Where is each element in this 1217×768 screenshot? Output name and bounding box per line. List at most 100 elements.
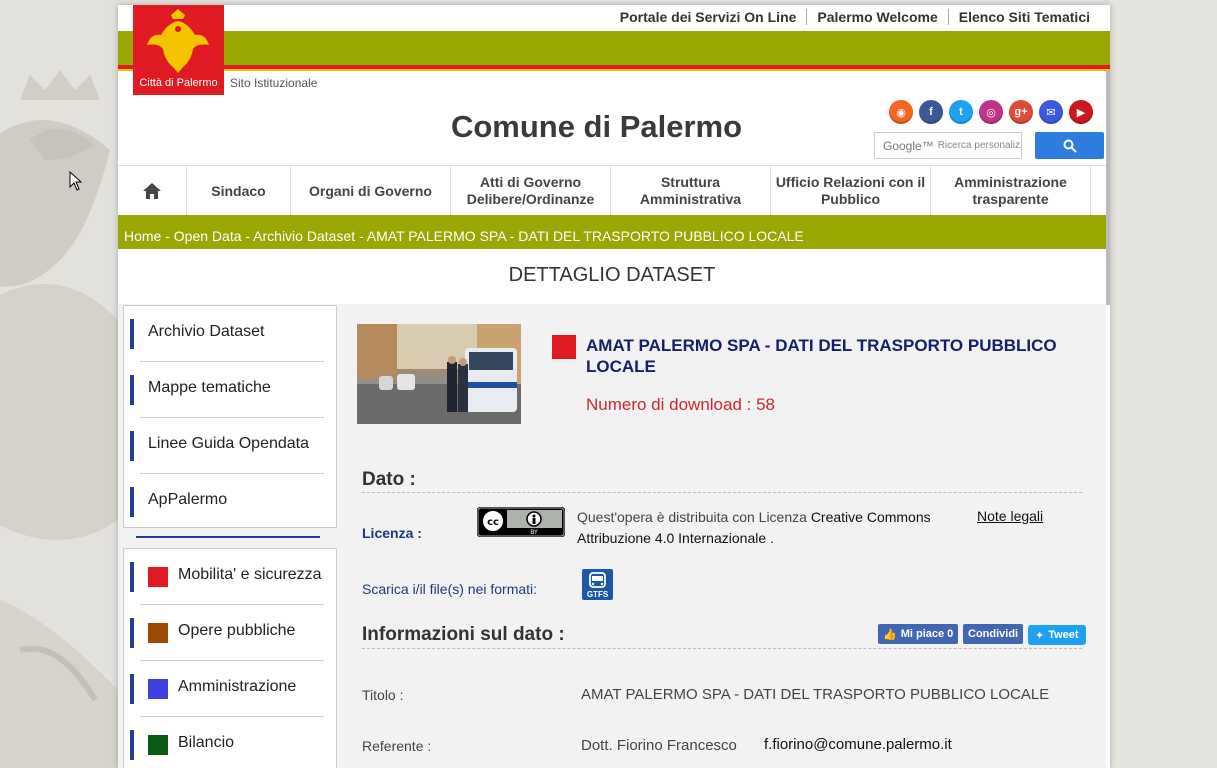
top-bar: Portale dei Servizi On Line Palermo Welc… [118, 5, 1110, 31]
sidebar-item-label: Mappe tematiche [148, 379, 271, 396]
divider [362, 648, 1082, 649]
nav-home[interactable] [118, 166, 187, 216]
tweet-button[interactable]: ✦ Tweet [1028, 625, 1086, 645]
nav-organi-di-governo[interactable]: Organi di Governo [291, 166, 451, 216]
google-plus-icon[interactable]: g+ [1009, 100, 1033, 124]
sidebar-links: Archivio Dataset Mappe tematiche Linee G… [123, 305, 337, 528]
main-content: Archivio Dataset Mappe tematiche Linee G… [118, 304, 1106, 768]
category-bilancio[interactable]: Bilancio [124, 717, 336, 768]
top-link-portale[interactable]: Portale dei Servizi On Line [610, 9, 807, 25]
sidebar-marker [130, 431, 134, 461]
nav-amministrazione-trasparente[interactable]: Amministrazione trasparente [931, 166, 1091, 216]
header-yellow-stripe [118, 69, 1110, 71]
top-links: Portale dei Servizi On Line Palermo Welc… [610, 9, 1100, 25]
category-label: Bilancio [178, 734, 235, 751]
sidebar-item-mappe-tematiche[interactable]: Mappe tematiche [124, 362, 336, 418]
cc-by-badge[interactable]: cc BY [477, 507, 565, 537]
background-right [1110, 0, 1217, 768]
search-button[interactable] [1035, 132, 1104, 159]
breadcrumb[interactable]: Home - Open Data - Archivio Dataset - AM… [118, 215, 1106, 249]
twitter-icon[interactable]: t [949, 100, 973, 124]
gtfs-download-button[interactable]: GTFS [582, 569, 613, 600]
sidebar-item-label: Archivio Dataset [148, 323, 265, 340]
category-color-swatch [148, 679, 168, 699]
sidebar-item-label: ApPalermo [148, 491, 228, 508]
category-mobilita[interactable]: Mobilita' e sicurezza [124, 549, 336, 605]
email-icon[interactable]: ✉ [1039, 100, 1063, 124]
svg-text:BY: BY [530, 529, 538, 536]
license-suffix: . [766, 530, 774, 546]
license-label: Licenza : [362, 525, 422, 541]
logo-text: Città di Palermo [139, 77, 218, 89]
sidebar-categories: Mobilita' e sicurezza Opere pubbliche Am… [123, 548, 337, 768]
section-heading-dato: Dato : [362, 469, 416, 490]
background-eagle-decoration [0, 0, 118, 768]
eagle-icon [147, 9, 209, 73]
dataset-category-swatch [552, 335, 576, 359]
sidebar-divider [136, 536, 320, 538]
nav-urp[interactable]: Ufficio Relazioni con il Pubblico [771, 166, 931, 216]
mouse-cursor-icon [69, 171, 83, 191]
sidebar-marker [130, 618, 134, 648]
format-label: GTFS [586, 590, 609, 599]
youtube-icon[interactable]: ▶ [1069, 100, 1093, 124]
twitter-bird-icon: ✦ [1035, 629, 1045, 642]
download-formats-label: Scarica i/il file(s) nei formati: [362, 581, 538, 597]
dataset-image [357, 324, 521, 424]
sidebar-marker [130, 562, 134, 592]
instagram-icon[interactable]: ◎ [979, 100, 1003, 124]
top-link-elenco-siti[interactable]: Elenco Siti Tematici [947, 9, 1100, 25]
page-container: Portale dei Servizi On Line Palermo Welc… [118, 5, 1110, 768]
main-nav: Sindaco Organi di Governo Atti di Govern… [118, 165, 1106, 216]
svg-text:cc: cc [487, 517, 499, 528]
nav-sindaco[interactable]: Sindaco [187, 166, 291, 216]
note-legali-link[interactable]: Note legali [977, 508, 1043, 524]
facebook-like-button[interactable]: 👍 Mi piace 0 [878, 624, 959, 644]
bus-icon [589, 572, 606, 588]
top-link-palermo-welcome[interactable]: Palermo Welcome [806, 9, 947, 25]
category-label: Opere pubbliche [178, 622, 296, 639]
sidebar-item-archivio-dataset[interactable]: Archivio Dataset [124, 306, 336, 362]
category-color-swatch [148, 623, 168, 643]
dataset-title: AMAT PALERMO SPA - DATI DEL TRASPORTO PU… [586, 336, 1057, 376]
sidebar-item-label: Linee Guida Opendata [148, 435, 310, 452]
category-label: Amministrazione [178, 678, 297, 695]
license-text: Quest'opera è distribuita con Licenza Cr… [577, 507, 957, 549]
social-icons: ◉ f t ◎ g+ ✉ ▶ [889, 100, 1093, 124]
sidebar-marker [130, 487, 134, 517]
search-input[interactable]: Google™ Ricerca personalizzata [874, 132, 1022, 159]
rss-icon[interactable]: ◉ [889, 100, 913, 124]
sidebar-item-appalermo[interactable]: ApPalermo [124, 474, 336, 530]
page-title: DETTAGLIO DATASET [508, 264, 716, 286]
category-label: Mobilita' e sicurezza [178, 566, 322, 583]
sidebar-marker [130, 375, 134, 405]
cc-by-icon: cc BY [477, 507, 565, 537]
facebook-icon[interactable]: f [919, 100, 943, 124]
tweet-label: Tweet [1048, 629, 1079, 641]
facebook-share-button[interactable]: Condividi [963, 624, 1024, 644]
nav-atti-di-governo[interactable]: Atti di Governo Delibere/Ordinanze [451, 166, 611, 216]
referente-label: Referente : [362, 738, 432, 754]
category-color-swatch [148, 735, 168, 755]
search-placeholder: Ricerca personalizzata [937, 140, 1021, 151]
license-prefix: Quest'opera è distribuita con Licenza [577, 509, 811, 525]
section-heading-info: Informazioni sul dato : [362, 624, 565, 645]
referente-value: Dott. Fiorino Francesco [581, 737, 737, 754]
sidebar-marker [130, 674, 134, 704]
category-color-swatch [148, 567, 168, 587]
titolo-label: Titolo : [362, 687, 404, 703]
divider [362, 492, 1082, 493]
category-opere-pubbliche[interactable]: Opere pubbliche [124, 605, 336, 661]
city-logo[interactable]: Città di Palermo [133, 5, 224, 95]
sidebar-marker [130, 730, 134, 760]
sidebar-marker [130, 319, 134, 349]
search-brand: Google™ [883, 138, 934, 153]
home-icon [143, 183, 161, 199]
thumbs-up-icon: 👍 [883, 628, 897, 641]
like-label: Mi piace 0 [900, 628, 954, 640]
nav-struttura-amministrativa[interactable]: Struttura Amministrativa [611, 166, 771, 216]
header-band [118, 31, 1110, 65]
sidebar-item-linee-guida[interactable]: Linee Guida Opendata [124, 418, 336, 474]
category-amministrazione[interactable]: Amministrazione [124, 661, 336, 717]
referente-email[interactable]: f.fiorino@comune.palermo.it [764, 736, 952, 753]
